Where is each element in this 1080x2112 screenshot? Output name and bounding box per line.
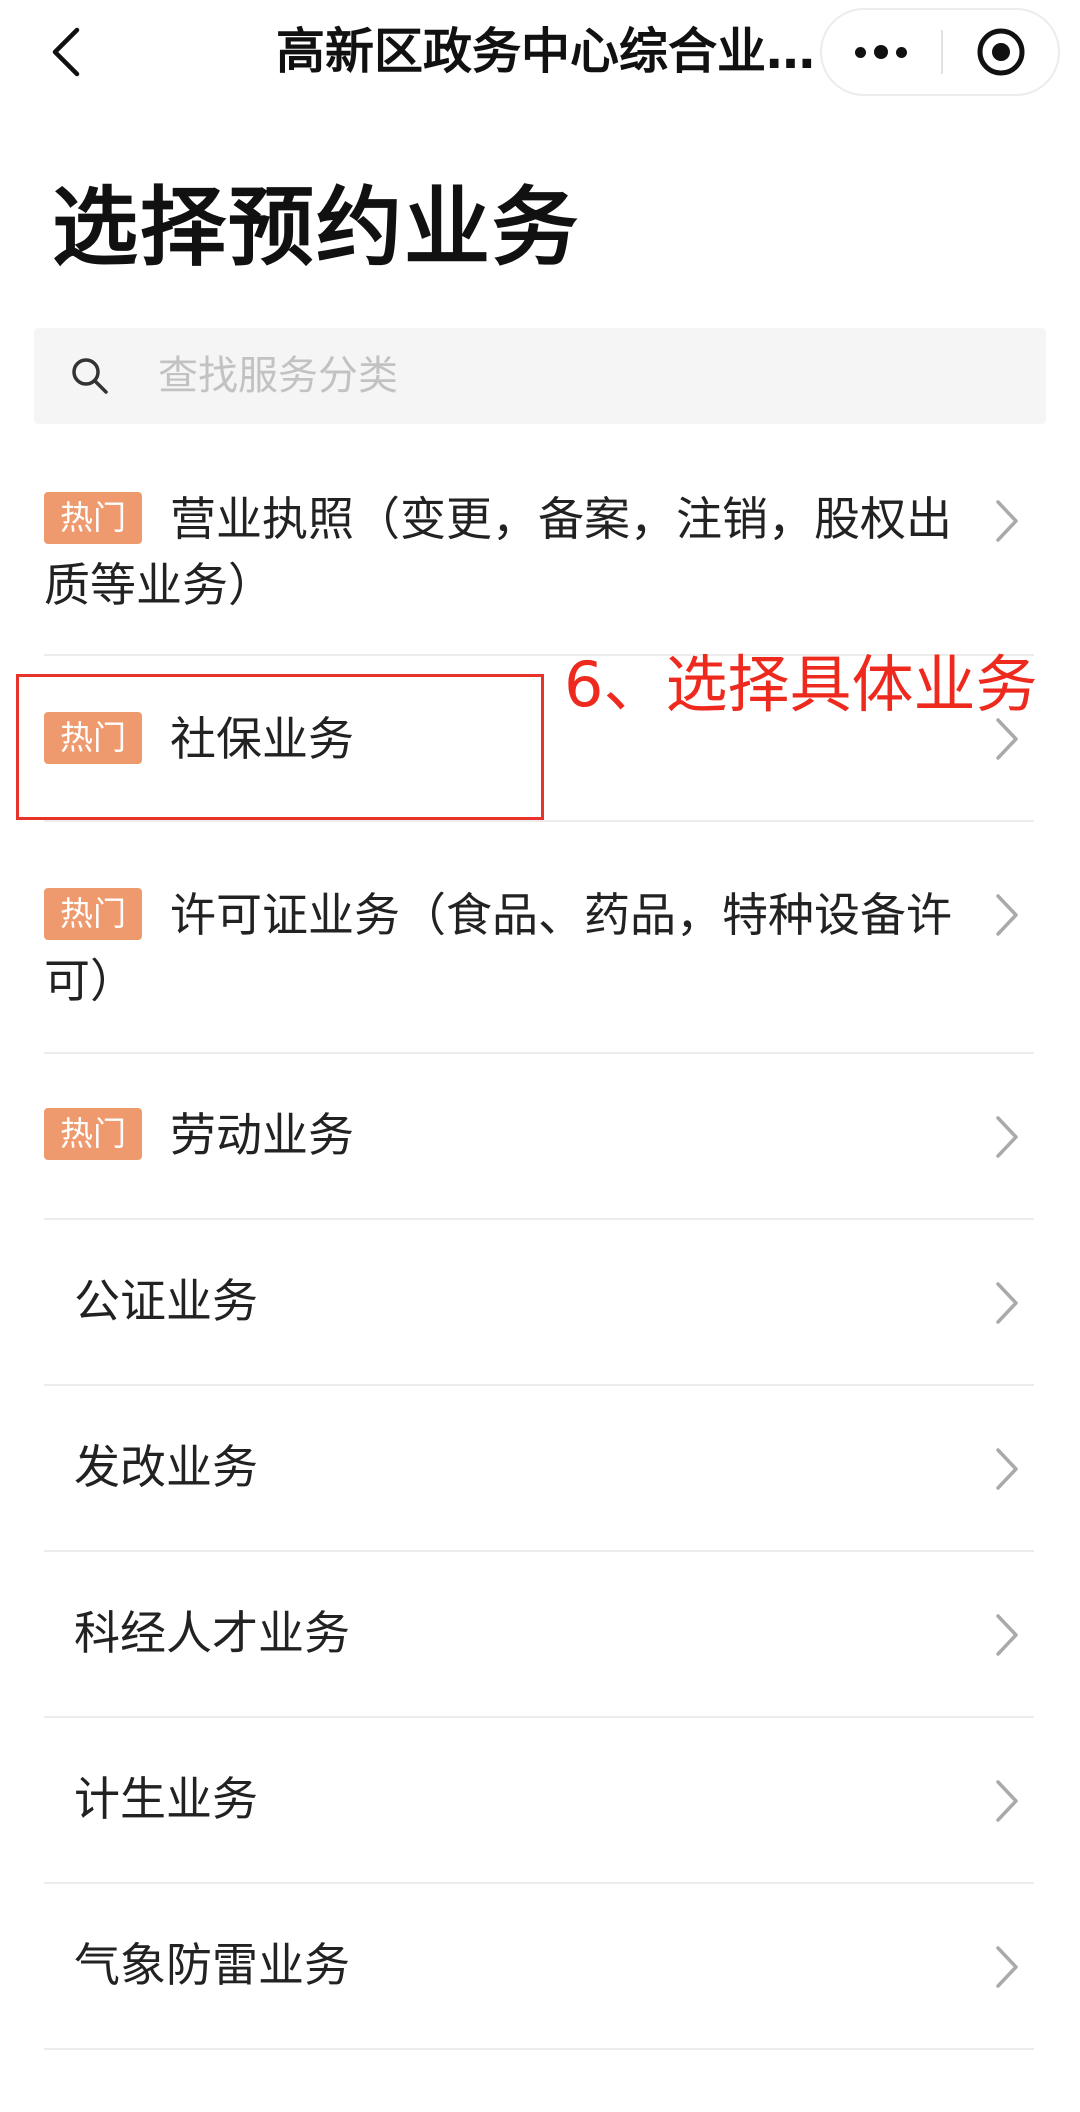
more-dots-icon <box>855 46 866 58</box>
chevron-right-icon <box>996 1614 1018 1656</box>
more-dots-icon-end <box>896 46 907 58</box>
list-item-label: 科经人才业务 <box>74 1606 350 1660</box>
chevron-right-icon <box>996 718 1018 760</box>
list-item-science-talent[interactable]: 科经人才业务 <box>44 1552 1034 1718</box>
list-item-label: 气象防雷业务 <box>74 1938 350 1992</box>
list-item-label: 营业执照（变更，备案，注销，股权出质等业务） <box>44 492 952 612</box>
capsule-divider <box>941 30 943 74</box>
list-item-development-reform[interactable]: 发改业务 <box>44 1386 1034 1552</box>
chevron-right-icon <box>996 894 1018 936</box>
list-item-notary[interactable]: 公证业务 <box>44 1220 1034 1386</box>
chevron-left-icon <box>52 27 80 77</box>
close-miniprogram-button[interactable] <box>944 10 1058 94</box>
list-item-label: 发改业务 <box>74 1440 258 1494</box>
search-bar[interactable] <box>34 328 1046 424</box>
hot-badge: 热门 <box>44 1108 142 1160</box>
more-button[interactable] <box>822 10 940 94</box>
list-item-family-planning[interactable]: 计生业务 <box>44 1718 1034 1884</box>
list-item-label: 公证业务 <box>74 1274 258 1328</box>
chevron-right-icon <box>996 1116 1018 1158</box>
list-item-label: 许可证业务（食品、药品，特种设备许可） <box>44 888 952 1008</box>
chevron-right-icon <box>996 1448 1018 1490</box>
list-item-meteorology[interactable]: 气象防雷业务 <box>44 1884 1034 2050</box>
hot-badge: 热门 <box>44 888 142 940</box>
annotation-text: 6、选择具体业务 <box>564 648 1038 721</box>
list-item-labor[interactable]: 热门 劳动业务 <box>44 1054 1034 1220</box>
nav-title: 高新区政务中心综合业… <box>276 23 816 80</box>
chevron-right-icon <box>996 1946 1018 1988</box>
miniprogram-capsule <box>820 8 1060 96</box>
chevron-right-icon <box>996 1780 1018 1822</box>
hot-badge: 热门 <box>44 492 142 544</box>
page-title: 选择预约业务 <box>52 178 580 278</box>
back-button[interactable] <box>36 22 96 82</box>
list-item-label: 计生业务 <box>74 1772 258 1826</box>
more-dots-icon-center <box>874 45 888 59</box>
search-input[interactable] <box>124 328 1004 424</box>
target-circle-icon <box>977 28 1025 76</box>
chevron-right-icon <box>996 1282 1018 1324</box>
annotation-highlight-box <box>16 674 544 820</box>
list-item-label: 劳动业务 <box>170 1108 354 1162</box>
nav-bar: 高新区政务中心综合业… <box>0 0 1080 110</box>
list-item-permits[interactable]: 热门 许可证业务（食品、药品，特种设备许可） <box>44 822 1034 1054</box>
list-item-business-license[interactable]: 热门 营业执照（变更，备案，注销，股权出质等业务） <box>44 424 1034 656</box>
search-icon <box>72 358 108 394</box>
chevron-right-icon <box>996 500 1018 542</box>
